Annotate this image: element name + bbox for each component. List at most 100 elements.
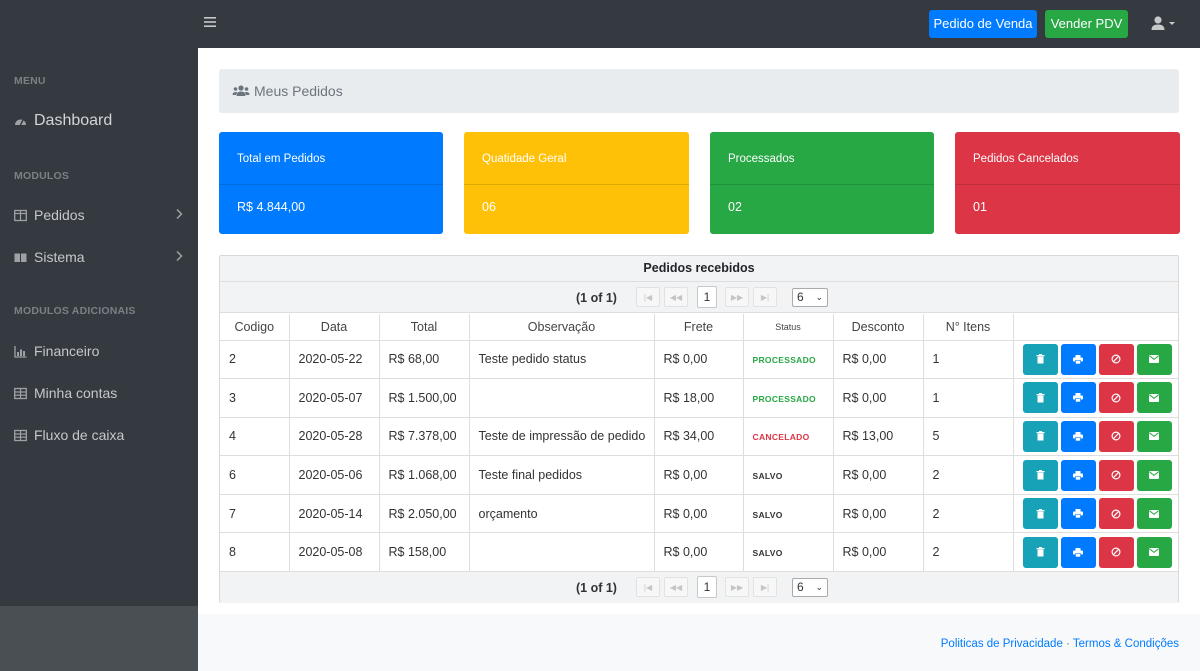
card-title: Total em Pedidos (219, 132, 443, 185)
rows-per-page-select[interactable]: 6 ⌄ (792, 288, 828, 307)
table-row[interactable]: 8 2020-05-08 R$ 158,00 R$ 0,00 SALVO R$ 0,00 2 (220, 532, 1178, 573)
send-email-button[interactable] (1136, 382, 1172, 414)
cancel-order-button[interactable] (1098, 343, 1134, 375)
cell-actions (1012, 493, 1179, 534)
table-row[interactable]: 3 2020-05-07 R$ 1.500,00 R$ 18,00 PROCESSADO… (220, 378, 1178, 418)
cell-actions (1012, 416, 1179, 457)
column-header (1012, 314, 1178, 341)
pedido-de-venda-button[interactable]: Pedido de Venda (929, 10, 1037, 38)
cancel-order-button[interactable] (1098, 420, 1134, 452)
status-badge: CANCELADO (752, 432, 810, 443)
send-email-button[interactable] (1136, 498, 1172, 530)
sidebar-item-dashboard[interactable]: Dashboard (14, 110, 189, 132)
rows-per-page-value: 6 (797, 290, 804, 304)
privacy-link[interactable]: Politicas de Privacidade (941, 638, 1063, 650)
terms-link[interactable]: Termos & Condições (1073, 638, 1179, 650)
column-header[interactable]: Observação (468, 314, 655, 341)
cell-obs: Teste final pedidos (468, 455, 655, 495)
chevron-right-icon (175, 208, 183, 223)
vender-pdv-button[interactable]: Vender PDV (1045, 10, 1128, 38)
cell-status: SALVO (742, 532, 834, 573)
column-header[interactable]: Status (742, 314, 834, 341)
send-email-button[interactable] (1136, 420, 1172, 452)
cell-desconto: R$ 13,00 (832, 416, 924, 457)
card-title: Quatidade Geral (464, 132, 689, 185)
column-header[interactable]: N° Itens (922, 314, 1014, 341)
print-icon (1073, 431, 1083, 441)
first-page-icon[interactable]: |◀ (636, 577, 660, 597)
cell-frete: R$ 34,00 (653, 416, 744, 457)
current-page-button[interactable]: 1 (697, 576, 717, 598)
print-button[interactable] (1060, 382, 1096, 414)
users-icon (232, 84, 250, 98)
print-icon (1073, 509, 1083, 519)
footer-separator: · (1066, 638, 1070, 650)
cell-desconto: R$ 0,00 (832, 493, 924, 534)
table-row[interactable]: 7 2020-05-14 R$ 2.050,00 orçamento R$ 0,00 SA… (220, 493, 1179, 534)
table-row[interactable]: 2 2020-05-22 R$ 68,00 Teste pedido status R$… (220, 339, 1178, 380)
column-header[interactable]: Frete (653, 314, 744, 341)
next-page-icon[interactable]: ▶▶ (725, 287, 749, 307)
cancel-order-button[interactable] (1098, 459, 1134, 491)
delete-button[interactable] (1022, 459, 1058, 491)
print-button[interactable] (1060, 459, 1096, 491)
trash-icon (1036, 508, 1045, 519)
print-button[interactable] (1060, 343, 1096, 375)
sidebar-item-financeiro[interactable]: Financeiro (14, 340, 189, 362)
prev-page-icon[interactable]: ◀◀ (664, 287, 688, 307)
hamburger-icon[interactable] (204, 15, 218, 33)
cell-status: SALVO (742, 455, 834, 495)
delete-button[interactable] (1022, 498, 1058, 530)
rows-per-page-select[interactable]: 6 ⌄ (792, 578, 828, 597)
column-header[interactable]: Codigo (220, 314, 290, 341)
print-icon (1073, 470, 1083, 480)
cancel-order-button[interactable] (1098, 498, 1134, 530)
send-email-button[interactable] (1136, 536, 1172, 568)
sidebar-item-sistema[interactable]: Sistema (14, 246, 189, 268)
cancel-order-button[interactable] (1098, 536, 1134, 568)
status-badge: SALVO (752, 509, 783, 520)
column-header[interactable]: Data (288, 314, 380, 341)
sidebar-item-minha-contas[interactable]: Minha contas (14, 382, 189, 404)
print-button[interactable] (1060, 498, 1096, 530)
sidebar-footer (0, 606, 198, 671)
paginator-bottom: (1 of 1) |◀ ◀◀ 1 ▶▶ ▶| 6 ⌄ (220, 571, 1178, 603)
cell-itens: 5 (922, 416, 1014, 457)
sidebar-item-pedidos[interactable]: Pedidos (14, 204, 189, 226)
breadcrumb: Meus Pedidos (219, 69, 1179, 113)
book-icon (14, 251, 27, 264)
chevron-down-icon: ⌄ (815, 582, 823, 592)
send-email-button[interactable] (1136, 459, 1172, 491)
column-header[interactable]: Desconto (832, 314, 924, 341)
page-count: (1 of 1) (576, 581, 617, 595)
cell-actions (1012, 455, 1178, 495)
table-row[interactable]: 4 2020-05-28 R$ 7.378,00 Teste de impressão… (220, 416, 1179, 457)
paginator-top: (1 of 1) |◀ ◀◀ 1 ▶▶ ▶| 6 ⌄ (220, 282, 1178, 313)
first-page-icon[interactable]: |◀ (636, 287, 660, 307)
sidebar-item-label: Sistema (34, 249, 85, 265)
delete-button[interactable] (1022, 536, 1058, 568)
sidebar-item-fluxo-de-caixa[interactable]: Fluxo de caixa (14, 424, 189, 446)
user-menu-dropdown[interactable] (1150, 14, 1182, 34)
last-page-icon[interactable]: ▶| (753, 577, 777, 597)
next-page-icon[interactable]: ▶▶ (725, 577, 749, 597)
prev-page-icon[interactable]: ◀◀ (664, 577, 688, 597)
print-button[interactable] (1060, 420, 1096, 452)
row-actions (1022, 498, 1179, 530)
row-actions (1022, 420, 1179, 452)
send-email-button[interactable] (1136, 343, 1172, 375)
current-page-button[interactable]: 1 (697, 286, 717, 308)
last-page-icon[interactable]: ▶| (753, 287, 777, 307)
print-button[interactable] (1060, 536, 1096, 568)
delete-button[interactable] (1022, 382, 1058, 414)
table-row[interactable]: 6 2020-05-06 R$ 1.068,00 Teste final pedido… (220, 455, 1178, 495)
trash-icon (1036, 431, 1045, 441)
ban-icon (1111, 393, 1121, 403)
trash-icon (1036, 392, 1045, 403)
table-icon (14, 209, 27, 222)
delete-button[interactable] (1022, 420, 1058, 452)
chevron-down-icon: ⌄ (815, 292, 823, 302)
cancel-order-button[interactable] (1098, 382, 1134, 414)
column-header[interactable]: Total (378, 314, 470, 341)
delete-button[interactable] (1022, 343, 1058, 375)
